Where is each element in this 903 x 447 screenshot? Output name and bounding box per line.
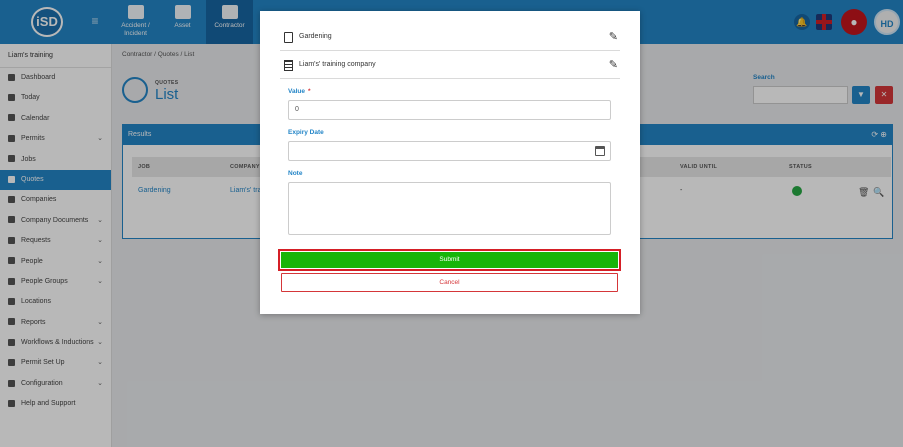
pencil-icon[interactable]: ✎ — [609, 30, 618, 43]
cancel-button[interactable]: Cancel — [281, 273, 618, 292]
job-name: Gardening — [299, 33, 332, 40]
calendar-icon[interactable] — [595, 146, 605, 156]
job-info-row: Gardening ✎ — [280, 25, 620, 51]
required-mark: * — [307, 88, 311, 95]
value-input[interactable]: 0 — [288, 100, 611, 120]
submit-button[interactable]: Submit — [281, 252, 618, 268]
pencil-icon[interactable]: ✎ — [609, 58, 618, 71]
expiry-date-input[interactable] — [288, 141, 611, 161]
company-info-row: Liam's' training company ✎ — [280, 53, 620, 79]
document-icon — [284, 32, 293, 43]
quote-modal: Gardening ✎ Liam's' training company ✎ V… — [260, 11, 640, 314]
note-label: Note — [288, 170, 303, 177]
company-name: Liam's' training company — [299, 61, 376, 68]
expiry-date-label: Expiry Date — [288, 129, 324, 136]
note-textarea[interactable] — [288, 182, 611, 235]
value-label: Value * — [288, 88, 311, 95]
value-label-text: Value — [288, 88, 305, 95]
submit-highlight: Submit — [278, 249, 621, 271]
building-icon — [284, 60, 293, 71]
